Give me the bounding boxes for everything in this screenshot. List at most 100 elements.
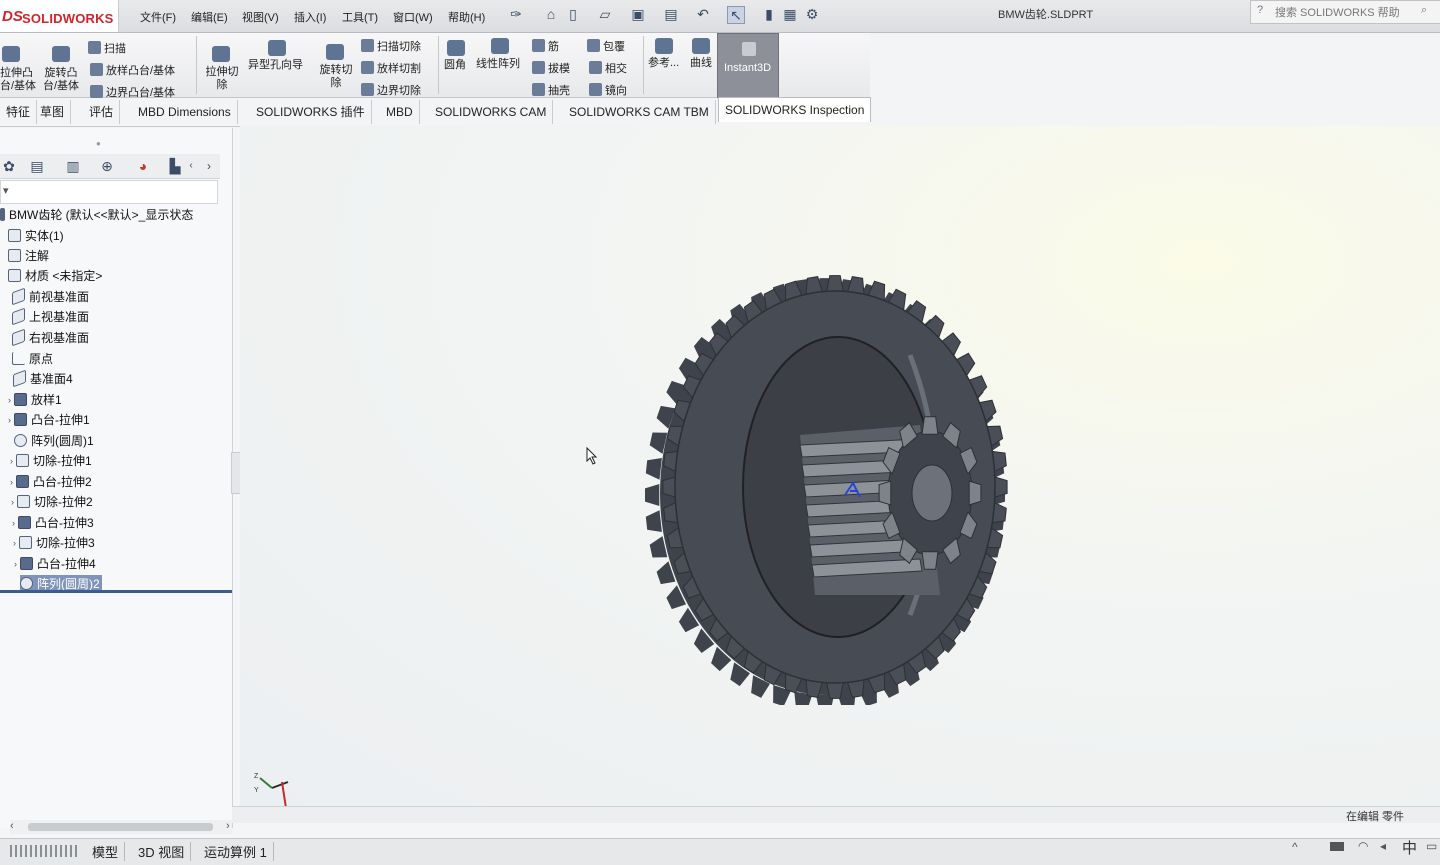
menu-tools[interactable]: 工具(T) bbox=[342, 9, 378, 25]
tree-item-top-plane[interactable]: 上视基准面 bbox=[12, 307, 89, 326]
extrude-cut-icon[interactable] bbox=[212, 46, 230, 62]
home-icon[interactable]: ⌂ bbox=[543, 6, 559, 22]
tree-item-boss-extrude3[interactable]: › 凸台-拉伸3 bbox=[12, 514, 94, 532]
feature-tree-scrollbar[interactable]: ‹ › bbox=[10, 820, 232, 834]
tree-item-origin[interactable]: 原点 bbox=[12, 350, 53, 368]
expand-arrow-icon[interactable]: › bbox=[12, 514, 15, 532]
new-document-icon[interactable]: ▯ bbox=[565, 6, 581, 22]
mirror-button[interactable]: 镜向 bbox=[589, 83, 627, 98]
shell-button[interactable]: 抽壳 bbox=[532, 83, 570, 98]
dimxpert-manager-icon[interactable]: ⊕ bbox=[98, 158, 116, 174]
open-icon[interactable]: ▱ bbox=[597, 6, 613, 22]
volume-icon[interactable]: ◂ bbox=[1380, 839, 1386, 853]
battery-icon[interactable] bbox=[1330, 842, 1344, 851]
tray-expand-icon[interactable]: ^ bbox=[1292, 840, 1298, 854]
tree-root[interactable]: BMW齿轮 (默认<<默认>_显示状态 bbox=[0, 206, 193, 224]
tree-item-boss-extrude1[interactable]: › 凸台-拉伸1 bbox=[8, 411, 90, 429]
linear-pattern-button[interactable]: 线性阵列 bbox=[476, 58, 520, 71]
fillet-button[interactable]: 圆角 bbox=[444, 59, 466, 72]
sweep-button[interactable]: 扫描 bbox=[88, 41, 126, 56]
tree-item-annotations[interactable]: 注解 bbox=[8, 247, 49, 265]
file-properties-icon[interactable]: ▦ bbox=[782, 6, 798, 22]
tab-features[interactable]: 特征 bbox=[0, 100, 38, 124]
tree-item-plane4[interactable]: 基准面4 bbox=[13, 369, 73, 388]
tab-3d-views[interactable]: 3D 视图 bbox=[132, 842, 192, 861]
tab-model[interactable]: 模型 bbox=[86, 842, 126, 861]
scroll-left-icon[interactable]: ‹ bbox=[182, 158, 200, 174]
help-search-box[interactable]: ? 搜索 SOLIDWORKS 帮助 ⌕ bbox=[1250, 0, 1440, 24]
draft-button[interactable]: 拔模 bbox=[532, 61, 570, 76]
fillet-icon[interactable] bbox=[447, 40, 465, 56]
tree-item-right-plane[interactable]: 右视基准面 bbox=[12, 328, 89, 347]
menu-view[interactable]: 视图(V) bbox=[242, 9, 279, 25]
print-icon[interactable]: ▤ bbox=[663, 6, 679, 22]
revolve-boss-button[interactable]: 旋转凸 台/基体 bbox=[40, 67, 82, 93]
ime-indicator[interactable]: 中 bbox=[1402, 837, 1417, 858]
tree-item-cut-extrude1[interactable]: › 切除-拉伸1 bbox=[10, 452, 92, 470]
swept-cut-button[interactable]: 扫描切除 bbox=[361, 39, 421, 54]
expand-arrow-icon[interactable]: › bbox=[8, 411, 11, 429]
tab-solidworks-cam-tbm[interactable]: SOLIDWORKS CAM TBM bbox=[563, 100, 716, 124]
tab-evaluate[interactable]: 评估 bbox=[83, 100, 121, 124]
rollback-bar[interactable] bbox=[0, 590, 232, 593]
panel-collapse-dot[interactable]: ● bbox=[96, 139, 101, 148]
curves-icon[interactable] bbox=[692, 38, 710, 54]
extrude-boss-icon[interactable] bbox=[2, 46, 20, 62]
tab-mbd[interactable]: MBD bbox=[380, 100, 420, 124]
property-manager-icon[interactable]: ▤ bbox=[28, 158, 46, 174]
curves-button[interactable]: 曲线 bbox=[690, 57, 712, 70]
hole-wizard-icon[interactable] bbox=[268, 40, 286, 56]
menu-file[interactable]: 文件(F) bbox=[140, 9, 176, 25]
instant3d-button[interactable]: Instant3D bbox=[717, 33, 779, 98]
loft-boss-button[interactable]: 放样凸台/基体 bbox=[90, 63, 175, 78]
boundary-cut-button[interactable]: 边界切除 bbox=[361, 83, 421, 98]
menu-insert[interactable]: 插入(I) bbox=[294, 9, 326, 25]
revolve-cut-button[interactable]: 旋转切 除 bbox=[316, 64, 356, 90]
tree-item-material[interactable]: 材质 <未指定> bbox=[8, 267, 102, 285]
tab-navigation-arrows-icon[interactable] bbox=[10, 845, 80, 857]
notification-icon[interactable]: ▭ bbox=[1426, 839, 1437, 853]
tree-item-boss-extrude4[interactable]: › 凸台-拉伸4 bbox=[14, 555, 96, 573]
reference-geometry-icon[interactable] bbox=[655, 38, 673, 54]
tab-solidworks-addins[interactable]: SOLIDWORKS 插件 bbox=[250, 100, 372, 124]
tree-item-solid-bodies[interactable]: 实体(1) bbox=[8, 227, 64, 245]
undo-icon[interactable]: ↶ bbox=[695, 6, 711, 22]
help-search-input[interactable]: 搜索 SOLIDWORKS 帮助 bbox=[1275, 4, 1400, 20]
tab-solidworks-cam[interactable]: SOLIDWORKS CAM bbox=[429, 100, 554, 124]
scroll-right-icon[interactable]: › bbox=[200, 158, 218, 174]
expand-arrow-icon[interactable]: › bbox=[13, 534, 16, 552]
tree-item-cut-extrude3[interactable]: › 切除-拉伸3 bbox=[13, 534, 95, 552]
revolve-boss-icon[interactable] bbox=[52, 46, 70, 62]
expand-arrow-icon[interactable]: › bbox=[8, 391, 11, 409]
tree-item-cut-extrude2[interactable]: › 切除-拉伸2 bbox=[11, 493, 93, 511]
tree-item-boss-extrude2[interactable]: › 凸台-拉伸2 bbox=[10, 473, 92, 491]
tree-item-loft1[interactable]: › 放样1 bbox=[8, 391, 62, 409]
pin-icon[interactable]: ✑ bbox=[508, 6, 524, 22]
scroll-right-arrow-icon[interactable]: › bbox=[226, 820, 230, 832]
extrude-boss-button[interactable]: 拉伸凸 台/基体 bbox=[0, 67, 36, 93]
scrollbar-thumb[interactable] bbox=[28, 823, 213, 831]
tree-item-front-plane[interactable]: 前视基准面 bbox=[12, 287, 89, 306]
revolve-cut-icon[interactable] bbox=[326, 44, 344, 60]
menu-edit[interactable]: 编辑(E) bbox=[191, 9, 228, 25]
display-manager-icon[interactable]: ◕ bbox=[134, 158, 152, 174]
expand-arrow-icon[interactable]: › bbox=[10, 473, 13, 491]
options-gear-icon[interactable]: ⚙ bbox=[804, 6, 820, 22]
rib-button[interactable]: 筋 bbox=[532, 39, 559, 54]
feature-tree-filter[interactable]: ▾ bbox=[0, 180, 218, 204]
linear-pattern-icon[interactable] bbox=[491, 38, 509, 54]
select-icon[interactable]: ↖ bbox=[727, 6, 745, 24]
lofted-cut-button[interactable]: 放样切割 bbox=[361, 61, 421, 76]
tree-item-circular-pattern1[interactable]: 阵列(圆周)1 bbox=[14, 432, 94, 450]
menu-help[interactable]: 帮助(H) bbox=[448, 9, 485, 25]
expand-arrow-icon[interactable]: › bbox=[11, 493, 14, 511]
solidworks-logo[interactable]: DS SOLIDWORKS bbox=[0, 0, 119, 32]
tab-motion-study-1[interactable]: 运动算例 1 bbox=[198, 842, 274, 861]
save-icon[interactable]: ▣ bbox=[630, 6, 646, 22]
expand-arrow-icon[interactable]: › bbox=[10, 452, 13, 470]
tab-solidworks-inspection[interactable]: SOLIDWORKS Inspection bbox=[718, 97, 872, 122]
hole-wizard-button[interactable]: 异型孔向导 bbox=[248, 59, 303, 72]
extrude-cut-button[interactable]: 拉伸切 除 bbox=[202, 66, 242, 92]
tab-mbd-dimensions[interactable]: MBD Dimensions bbox=[132, 100, 238, 124]
reference-geometry-button[interactable]: 参考... bbox=[648, 57, 679, 70]
